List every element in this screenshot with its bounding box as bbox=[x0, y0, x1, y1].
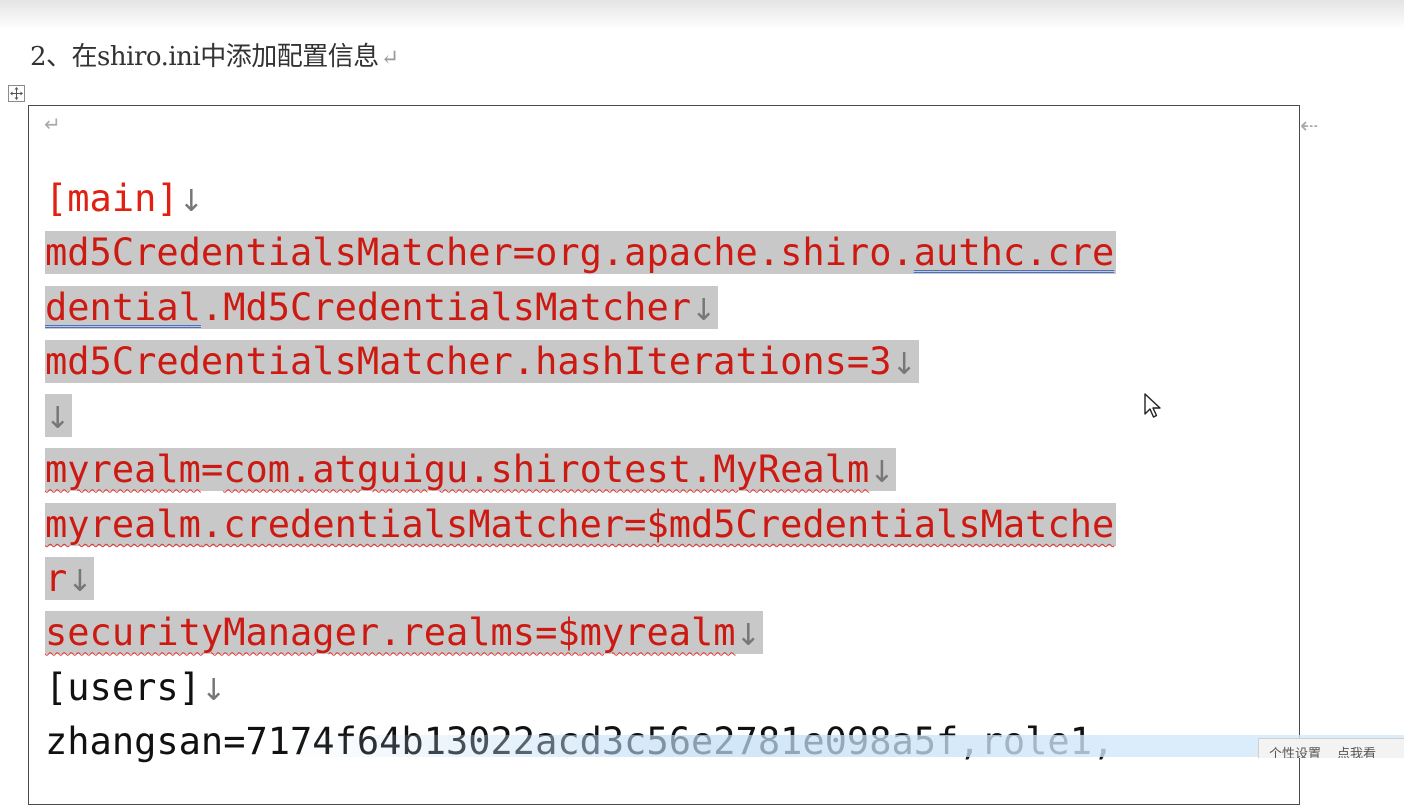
cell-paragraph-mark: ↵ bbox=[44, 112, 61, 136]
selected-text: ↓ bbox=[45, 394, 73, 438]
hash-iterations-text: md5CredentialsMatcher.hashIterations=3 bbox=[45, 339, 892, 383]
status-item-click-view[interactable]: 点我看 bbox=[1327, 739, 1382, 758]
matcher-decl-text: md5CredentialsMatcher=org.apache.shiro. bbox=[45, 231, 914, 275]
mouse-cursor-icon bbox=[1144, 393, 1161, 418]
code-line-main: [main]↓ bbox=[45, 172, 1116, 226]
selected-text: dential.Md5CredentialsMatcher↓ bbox=[45, 285, 719, 329]
line-break-mark: ↓ bbox=[45, 401, 71, 437]
equals-text: = bbox=[200, 448, 224, 492]
spellcheck-underlined-text: com.atguigu.shirotest.MyRealm bbox=[223, 448, 870, 492]
line-break-mark: ↓ bbox=[691, 292, 717, 328]
users-section-header: [users] bbox=[45, 665, 201, 709]
selected-text: md5CredentialsMatcher=org.apache.shiro.a… bbox=[45, 231, 1117, 275]
window-top-band bbox=[0, 0, 1404, 30]
line-break-mark: ↓ bbox=[200, 672, 227, 708]
line-break-mark: ↓ bbox=[869, 455, 895, 491]
code-line-matcher-2: dential.Md5CredentialsMatcher↓ bbox=[45, 281, 1116, 335]
selected-text: myrealm=com.atguigu.shirotest.MyRealm↓ bbox=[45, 448, 897, 492]
row-end-mark: ⇠ bbox=[1300, 114, 1319, 139]
code-line-realm-matcher-2: r↓ bbox=[45, 552, 1116, 606]
status-item-personal-settings[interactable]: 个性设置 bbox=[1259, 739, 1327, 758]
spellcheck-underlined-text: myrealm bbox=[45, 448, 201, 492]
status-strip: 个性设置 点我看 bbox=[1258, 738, 1404, 758]
code-line-realm: myrealm=com.atguigu.shirotest.MyRealm↓ bbox=[45, 443, 1116, 497]
code-block[interactable]: [main]↓ md5CredentialsMatcher=org.apache… bbox=[45, 172, 1117, 769]
selected-text: r↓ bbox=[45, 557, 95, 601]
line-break-mark: ↓ bbox=[178, 184, 204, 219]
code-line-empty: ↓ bbox=[45, 389, 1116, 443]
video-overlay-band bbox=[0, 735, 1404, 757]
table-move-handle-icon[interactable] bbox=[8, 85, 25, 102]
paragraph-mark: ↵ bbox=[380, 46, 399, 71]
code-line-users: [users]↓ bbox=[45, 661, 1116, 715]
selected-text: securityManager.realms=$myrealm↓ bbox=[45, 611, 763, 655]
line-break-mark: ↓ bbox=[891, 346, 917, 382]
grammar-underlined-text: dential bbox=[45, 285, 201, 329]
selected-text: myrealm.credentialsMatcher=$md5Credentia… bbox=[45, 502, 1117, 546]
code-line-matcher-1: md5CredentialsMatcher=org.apache.shiro.a… bbox=[45, 226, 1117, 280]
code-line-hash: md5CredentialsMatcher.hashIterations=3↓ bbox=[45, 335, 1116, 389]
line-break-mark: ↓ bbox=[735, 618, 761, 654]
matcher-class-text: .Md5CredentialsMatcher bbox=[200, 285, 692, 329]
realm-matcher-tail: r bbox=[45, 557, 68, 601]
spellcheck-underlined-text: myrealm bbox=[579, 611, 736, 655]
grammar-underlined-text: authc.cre bbox=[913, 231, 1115, 275]
spellcheck-underlined-text: myrealm bbox=[45, 502, 201, 546]
main-section-header: [main] bbox=[45, 177, 179, 220]
spellcheck-underlined-text: .credentialsMatcher=$md5CredentialsMatch… bbox=[200, 502, 1115, 546]
code-line-realm-matcher-1: myrealm.credentialsMatcher=$md5Credentia… bbox=[45, 498, 1117, 552]
document-heading: 2、在shiro.ini中添加配置信息↵ bbox=[30, 36, 399, 73]
code-line-security: securityManager.realms=$myrealm↓ bbox=[45, 606, 1116, 660]
line-break-mark: ↓ bbox=[67, 564, 93, 600]
heading-text: 2、在shiro.ini中添加配置信息 bbox=[30, 42, 379, 72]
spellcheck-underlined-text: securityManager.realms=$ bbox=[45, 611, 580, 655]
selected-text: md5CredentialsMatcher.hashIterations=3↓ bbox=[45, 339, 919, 383]
